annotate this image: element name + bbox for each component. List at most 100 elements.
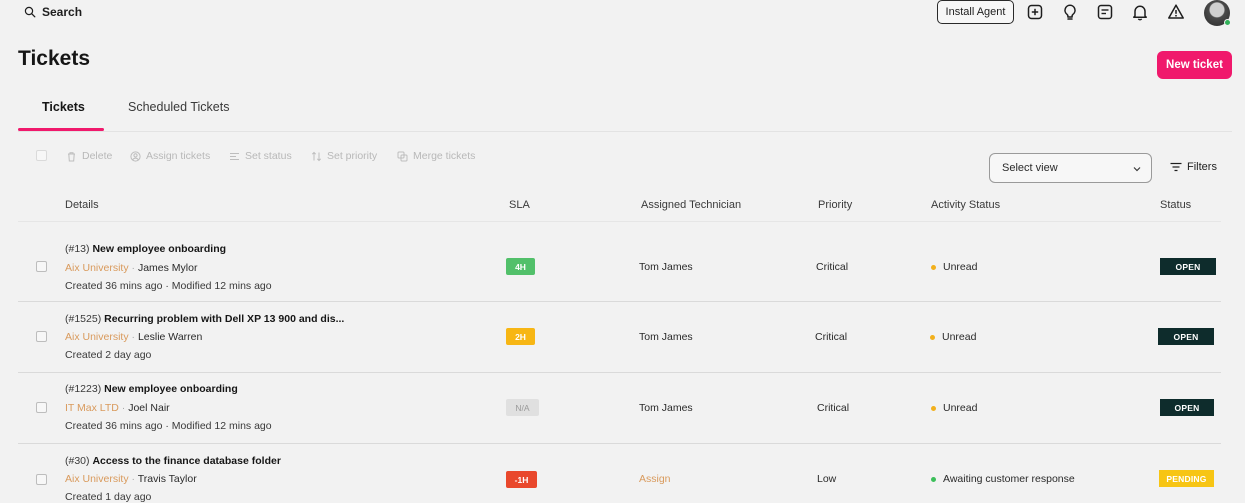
delete-action[interactable]: Delete [66, 150, 112, 162]
plus-square-icon [1027, 4, 1043, 20]
organization-link[interactable]: Aix University [65, 473, 129, 485]
row-checkbox[interactable] [36, 474, 47, 485]
merge-tickets-action[interactable]: Merge tickets [397, 150, 475, 162]
column-header-sla[interactable]: SLA [509, 199, 530, 211]
row-divider [18, 301, 1221, 302]
row-checkbox[interactable] [36, 331, 47, 342]
assigned-technician[interactable]: Tom James [639, 402, 693, 414]
online-status-dot [1224, 19, 1231, 26]
organization-link[interactable]: Aix University [65, 331, 129, 343]
notes-button[interactable] [1095, 2, 1115, 22]
priority-value: Critical [817, 402, 850, 414]
page-title: Tickets [18, 47, 90, 70]
ticket-org-line: Aix University · Travis Taylor [65, 473, 197, 485]
user-circle-icon [130, 150, 141, 162]
ticket-meta: Created 36 mins ago · Modified 12 mins a… [65, 420, 272, 432]
ticket-meta: Created 36 mins ago · Modified 12 mins a… [65, 280, 272, 292]
search-button[interactable]: Search [24, 5, 82, 19]
tab-bar: Tickets Scheduled Tickets [18, 96, 1232, 132]
new-ticket-button[interactable]: New ticket [1157, 51, 1232, 79]
ticket-org-line: Aix University · James Mylor [65, 262, 198, 274]
add-button[interactable] [1025, 2, 1045, 22]
merge-tickets-label: Merge tickets [413, 150, 476, 162]
lightbulb-icon [1064, 4, 1076, 20]
unread-dot [931, 405, 936, 411]
activity-status: Unread [930, 331, 976, 343]
activity-status: Awaiting customer response [931, 473, 1075, 485]
ticket-number: (#1525) [65, 313, 102, 325]
install-agent-button[interactable]: Install Agent [937, 0, 1014, 24]
active-tab-indicator [18, 128, 104, 131]
column-header-details[interactable]: Details [65, 199, 99, 211]
ticket-subject: Access to the finance database folder [92, 455, 281, 467]
set-priority-label: Set priority [327, 150, 378, 162]
awaiting-dot [931, 476, 936, 482]
notifications-button[interactable] [1130, 2, 1150, 22]
row-checkbox[interactable] [36, 402, 47, 413]
row-checkbox[interactable] [36, 261, 47, 272]
ticket-title[interactable]: (#1525) Recurring problem with Dell XP 1… [65, 313, 344, 325]
chevron-down-icon [1133, 167, 1141, 172]
organization-link[interactable]: Aix University [65, 262, 129, 274]
activity-status: Unread [931, 402, 977, 414]
ticket-title[interactable]: (#30) Access to the finance database fol… [65, 455, 281, 467]
row-divider [18, 443, 1221, 444]
ticket-number: (#30) [65, 455, 90, 467]
ticket-number: (#1223) [65, 383, 102, 395]
notes-icon [1097, 4, 1113, 20]
priority-value: Critical [815, 331, 848, 343]
set-status-action[interactable]: Set status [229, 150, 292, 162]
user-avatar[interactable] [1204, 0, 1231, 26]
filters-button[interactable]: Filters [1170, 161, 1217, 173]
ticket-subject: Recurring problem with Dell XP 13 900 an… [104, 313, 345, 325]
sla-badge: 4H [506, 258, 535, 275]
select-all-checkbox[interactable] [36, 150, 47, 161]
sla-badge: 2H [506, 328, 535, 345]
status-badge[interactable]: OPEN [1160, 258, 1216, 275]
tab-scheduled-tickets[interactable]: Scheduled Tickets [128, 100, 229, 114]
ticket-meta: Created 1 day ago [65, 491, 152, 503]
organization-link[interactable]: IT Max LTD [65, 402, 119, 414]
delete-label: Delete [82, 150, 113, 162]
assign-technician-link[interactable]: Assign [639, 473, 671, 485]
select-view-value: Select view [1002, 162, 1058, 174]
activity-status: Unread [931, 261, 977, 273]
requester-name: James Mylor [137, 262, 198, 274]
set-priority-action[interactable]: Set priority [311, 150, 377, 162]
search-label: Search [42, 5, 83, 19]
status-badge[interactable]: OPEN [1158, 328, 1214, 345]
alerts-button[interactable] [1166, 2, 1186, 22]
ticket-title[interactable]: (#1223) New employee onboarding [65, 383, 238, 395]
status-badge[interactable]: OPEN [1160, 399, 1214, 416]
unread-dot [931, 264, 936, 270]
assigned-technician[interactable]: Tom James [639, 261, 693, 273]
status-list-icon [230, 152, 239, 160]
ticket-org-line: Aix University · Leslie Warren [65, 331, 203, 343]
tab-tickets[interactable]: Tickets [42, 100, 85, 114]
requester-name: Travis Taylor [137, 473, 197, 485]
status-badge[interactable]: PENDING [1159, 470, 1214, 487]
set-status-label: Set status [245, 150, 292, 162]
unread-dot [930, 334, 935, 340]
select-view-dropdown[interactable]: Select view [989, 153, 1152, 183]
filter-icon [1170, 162, 1182, 172]
table-header-divider [18, 221, 1221, 222]
assigned-technician[interactable]: Tom James [639, 331, 693, 343]
ideas-button[interactable] [1060, 2, 1080, 22]
filters-label: Filters [1187, 161, 1217, 173]
warning-icon [1168, 4, 1184, 19]
column-header-status[interactable]: Status [1160, 199, 1191, 211]
trash-icon [68, 151, 75, 161]
column-header-activity[interactable]: Activity Status [931, 199, 1000, 211]
ticket-title[interactable]: (#13) New employee onboarding [65, 243, 226, 255]
assign-tickets-action[interactable]: Assign tickets [130, 150, 210, 162]
column-header-technician[interactable]: Assigned Technician [641, 199, 741, 211]
sla-badge: -1H [506, 471, 537, 488]
sort-arrows-icon [311, 151, 322, 161]
assign-tickets-label: Assign tickets [146, 150, 211, 162]
ticket-number: (#13) [65, 243, 90, 255]
top-bar: Search Install Agent [0, 0, 1245, 26]
requester-name: Leslie Warren [137, 331, 203, 343]
column-header-priority[interactable]: Priority [818, 199, 852, 211]
ticket-org-line: IT Max LTD · Joel Nair [65, 402, 170, 414]
